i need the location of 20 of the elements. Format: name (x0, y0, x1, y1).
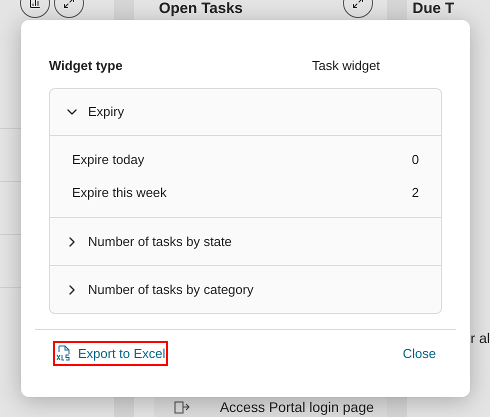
widget-type-label: Widget type (49, 57, 124, 76)
panel-title: Due T (412, 0, 456, 18)
list-item-text: r al (470, 329, 490, 348)
accordion-header[interactable]: Number of tasks by category (50, 266, 441, 313)
close-button[interactable]: Close (402, 344, 436, 364)
expiry-label: Expire this week (72, 184, 167, 202)
expiry-count: 2 (412, 184, 419, 202)
expand-icon (63, 0, 75, 9)
login-icon (174, 399, 190, 415)
task-item-text: Access Portal login page (220, 398, 374, 417)
accordion-header[interactable]: Expiry (50, 89, 441, 136)
spreadsheet-file-icon (56, 345, 72, 362)
expiry-count: 0 (412, 151, 419, 170)
expiry-label: Expire today (72, 151, 144, 170)
accordion-header[interactable]: Number of tasks by state (50, 218, 441, 265)
expand-icon (352, 0, 364, 9)
chart-icon (29, 0, 41, 9)
export-link[interactable]: Export to Excel (53, 341, 168, 366)
panel-title: Open Tasks (158, 0, 243, 18)
widget-type-value: Task widget (312, 57, 380, 76)
